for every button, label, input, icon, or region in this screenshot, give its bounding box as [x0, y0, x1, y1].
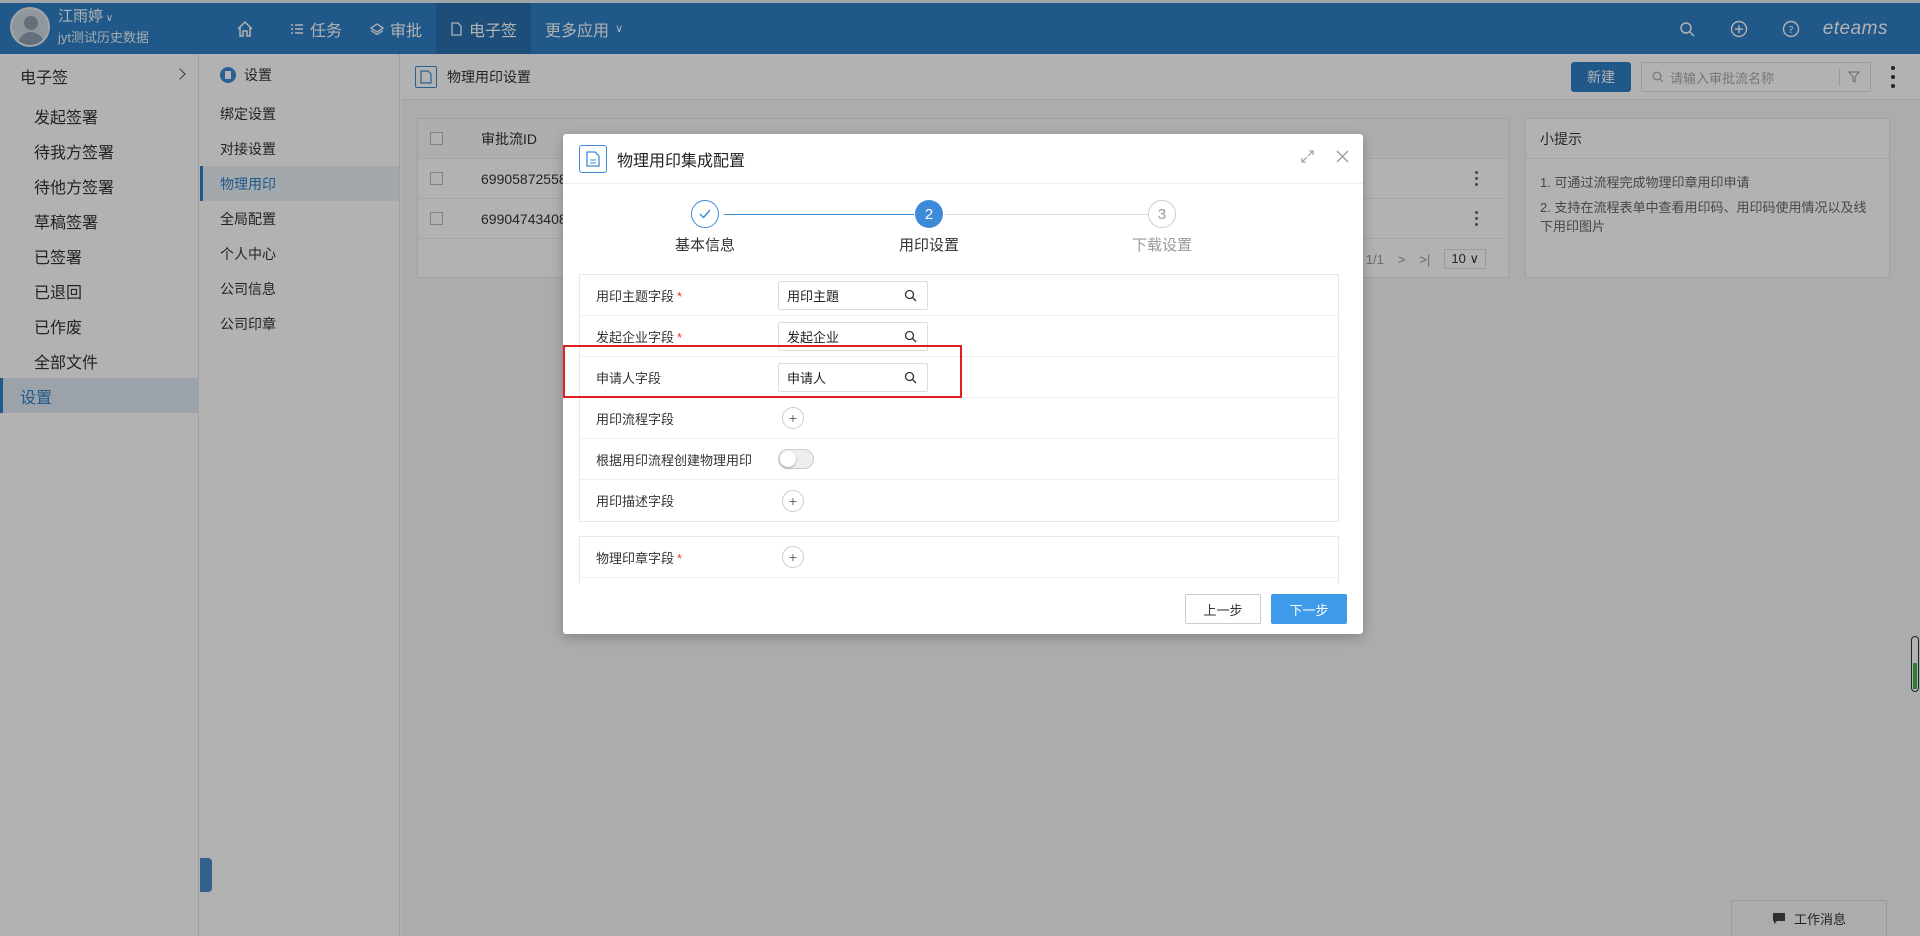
next-step-button[interactable]: 下一步 — [1271, 594, 1347, 624]
seal-subject-field-input[interactable]: 用印主題 — [778, 280, 928, 310]
step-number: 3 — [1148, 200, 1176, 228]
step-basic-info[interactable]: 基本信息 — [625, 200, 785, 255]
step-number: 2 — [915, 200, 943, 228]
field-row: 用印主题字段 * 用印主題 — [580, 275, 1338, 316]
check-icon — [691, 200, 719, 228]
create-by-flow-toggle[interactable] — [778, 449, 814, 469]
highlight-box — [563, 345, 962, 398]
field-label: 根据用印流程创建物理用印 — [596, 452, 753, 468]
add-seal-description-field-button[interactable]: + — [782, 489, 804, 512]
required-mark: * — [677, 288, 683, 304]
field-label: 用印描述字段 — [596, 494, 675, 509]
required-mark: * — [677, 329, 683, 345]
field-label: 用印流程字段 — [596, 411, 675, 427]
step-label: 用印设置 — [898, 237, 959, 254]
field-row: 用印描述字段 + — [580, 480, 1338, 521]
required-mark: * — [677, 550, 683, 566]
step-label: 基本信息 — [674, 237, 735, 254]
field-label: 物理印章字段 — [596, 550, 675, 566]
previous-step-button[interactable]: 上一步 — [1185, 594, 1261, 624]
field-row: 物理印章字段 * + — [580, 537, 1338, 578]
dialog-form: 用印主题字段 * 用印主題 发起企业字段 * 发起企业 申请人字段 申请人 用印… — [579, 274, 1339, 584]
field-label: 用印主题字段 — [596, 288, 675, 304]
step-label: 下载设置 — [1131, 237, 1192, 254]
dialog-header: 物理用印集成配置 — [563, 134, 1363, 184]
step-progress: 基本信息 2 用印设置 3 下载设置 — [563, 184, 1363, 259]
field-label: 发起企业字段 — [596, 329, 675, 345]
field-row: 根据用印流程创建物理用印 — [580, 439, 1338, 480]
form-group: 用印主题字段 * 用印主題 发起企业字段 * 发起企业 申请人字段 申请人 用印… — [579, 274, 1339, 522]
add-physical-seal-field-button[interactable]: + — [782, 546, 804, 568]
field-row: 用印流程字段 + — [580, 398, 1338, 439]
expand-icon[interactable] — [1301, 150, 1314, 163]
dialog-title: 物理用印集成配置 — [617, 152, 746, 170]
document-icon — [579, 144, 607, 173]
form-group: 物理印章字段 * + — [579, 536, 1339, 584]
search-icon[interactable] — [904, 289, 917, 302]
step-download-settings[interactable]: 3 下载设置 — [1082, 200, 1242, 255]
step-seal-settings[interactable]: 2 用印设置 — [849, 200, 1009, 255]
close-icon[interactable] — [1336, 150, 1349, 163]
add-seal-flow-field-button[interactable]: + — [782, 407, 804, 429]
search-icon[interactable] — [904, 330, 917, 343]
